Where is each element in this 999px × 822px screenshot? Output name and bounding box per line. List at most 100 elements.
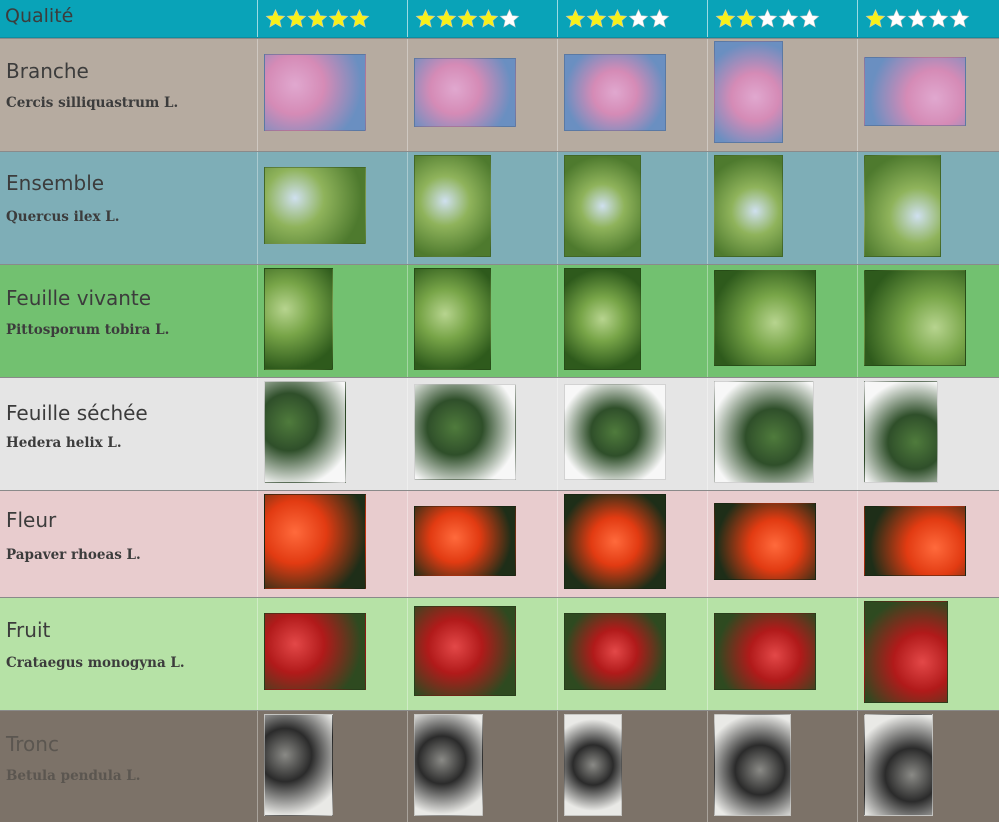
- plant-photo: [264, 381, 346, 483]
- empty-star-icon: [757, 8, 778, 29]
- header-divider: [407, 0, 408, 37]
- plant-photo: [714, 381, 814, 483]
- plant-photo: [864, 381, 938, 483]
- column-divider: [257, 491, 258, 598]
- header-row: Qualité: [0, 0, 999, 38]
- empty-star-icon: [778, 8, 799, 29]
- empty-star-icon: [907, 8, 928, 29]
- latin-name: Quercus ilex L.: [6, 209, 120, 225]
- common-name: Feuille vivante: [6, 286, 152, 310]
- plant-photo: [864, 155, 941, 257]
- plant-photo: [564, 613, 666, 690]
- plant-photo: [564, 54, 666, 131]
- filled-star-icon: [415, 8, 436, 29]
- plant-photo: [264, 494, 366, 589]
- column-divider: [407, 711, 408, 822]
- column-divider: [707, 265, 708, 378]
- plant-photo: [864, 601, 948, 703]
- filled-star-icon: [865, 8, 886, 29]
- latin-name: Cercis silliquastrum L.: [6, 95, 179, 111]
- empty-star-icon: [499, 8, 520, 29]
- plant-photo: [564, 268, 641, 370]
- filled-star-icon: [478, 8, 499, 29]
- header-divider: [707, 0, 708, 37]
- empty-star-icon: [886, 8, 907, 29]
- column-divider: [257, 598, 258, 711]
- filled-star-icon: [349, 8, 370, 29]
- column-divider: [707, 378, 708, 491]
- column-divider: [557, 39, 558, 152]
- empty-star-icon: [949, 8, 970, 29]
- column-divider: [407, 598, 408, 711]
- plant-photo: [264, 54, 366, 131]
- column-divider: [857, 711, 858, 822]
- column-divider: [857, 491, 858, 598]
- column-divider: [257, 265, 258, 378]
- filled-star-icon: [565, 8, 586, 29]
- plant-photo: [414, 384, 516, 480]
- latin-name: Crataegus monogyna L.: [6, 655, 185, 671]
- common-name: Feuille séchée: [6, 401, 148, 425]
- header-divider: [257, 0, 258, 37]
- column-divider: [707, 711, 708, 822]
- column-divider: [557, 152, 558, 265]
- species-row: Tronc Betula pendula L.: [0, 710, 999, 822]
- species-row: Feuille vivante Pittosporum tobira L.: [0, 264, 999, 378]
- plant-photo: [564, 494, 666, 589]
- column-divider: [857, 39, 858, 152]
- species-row: Fleur Papaver rhoeas L.: [0, 490, 999, 598]
- plant-photo: [864, 506, 966, 576]
- rating-3-stars: [565, 0, 670, 37]
- column-divider: [257, 378, 258, 491]
- plant-photo: [264, 268, 333, 370]
- common-name: Fleur: [6, 508, 57, 532]
- column-divider: [557, 378, 558, 491]
- plant-photo: [414, 506, 516, 576]
- column-divider: [857, 598, 858, 711]
- filled-star-icon: [457, 8, 478, 29]
- filled-star-icon: [328, 8, 349, 29]
- plant-photo: [564, 714, 622, 816]
- plant-photo: [414, 714, 483, 816]
- column-divider: [407, 265, 408, 378]
- species-row: Ensemble Quercus ilex L.: [0, 151, 999, 265]
- filled-star-icon: [265, 8, 286, 29]
- column-divider: [707, 598, 708, 711]
- species-row: Branche Cercis silliquastrum L.: [0, 38, 999, 152]
- column-divider: [707, 152, 708, 265]
- empty-star-icon: [799, 8, 820, 29]
- plant-photo: [264, 714, 333, 816]
- column-divider: [407, 378, 408, 491]
- plant-photo: [714, 503, 816, 580]
- latin-name: Betula pendula L.: [6, 768, 141, 784]
- filled-star-icon: [736, 8, 757, 29]
- common-name: Fruit: [6, 618, 51, 642]
- common-name: Branche: [6, 59, 89, 83]
- column-divider: [257, 39, 258, 152]
- plant-photo: [564, 155, 641, 257]
- column-divider: [707, 491, 708, 598]
- filled-star-icon: [307, 8, 328, 29]
- common-name: Tronc: [6, 732, 59, 756]
- plant-photo: [414, 268, 491, 370]
- column-divider: [557, 711, 558, 822]
- column-divider: [557, 265, 558, 378]
- column-divider: [257, 152, 258, 265]
- rating-5-stars: [265, 0, 370, 37]
- latin-name: Pittosporum tobira L.: [6, 322, 170, 338]
- plant-photo: [714, 155, 783, 257]
- empty-star-icon: [628, 8, 649, 29]
- rating-1-stars: [865, 0, 970, 37]
- empty-star-icon: [928, 8, 949, 29]
- quality-label: Qualité: [5, 5, 74, 27]
- filled-star-icon: [715, 8, 736, 29]
- plant-photo: [264, 613, 366, 690]
- column-divider: [857, 152, 858, 265]
- filled-star-icon: [286, 8, 307, 29]
- column-divider: [407, 491, 408, 598]
- plant-photo: [564, 384, 666, 480]
- species-row: Fruit Crataegus monogyna L.: [0, 597, 999, 711]
- plant-photo: [714, 270, 816, 366]
- column-divider: [857, 265, 858, 378]
- column-divider: [407, 39, 408, 152]
